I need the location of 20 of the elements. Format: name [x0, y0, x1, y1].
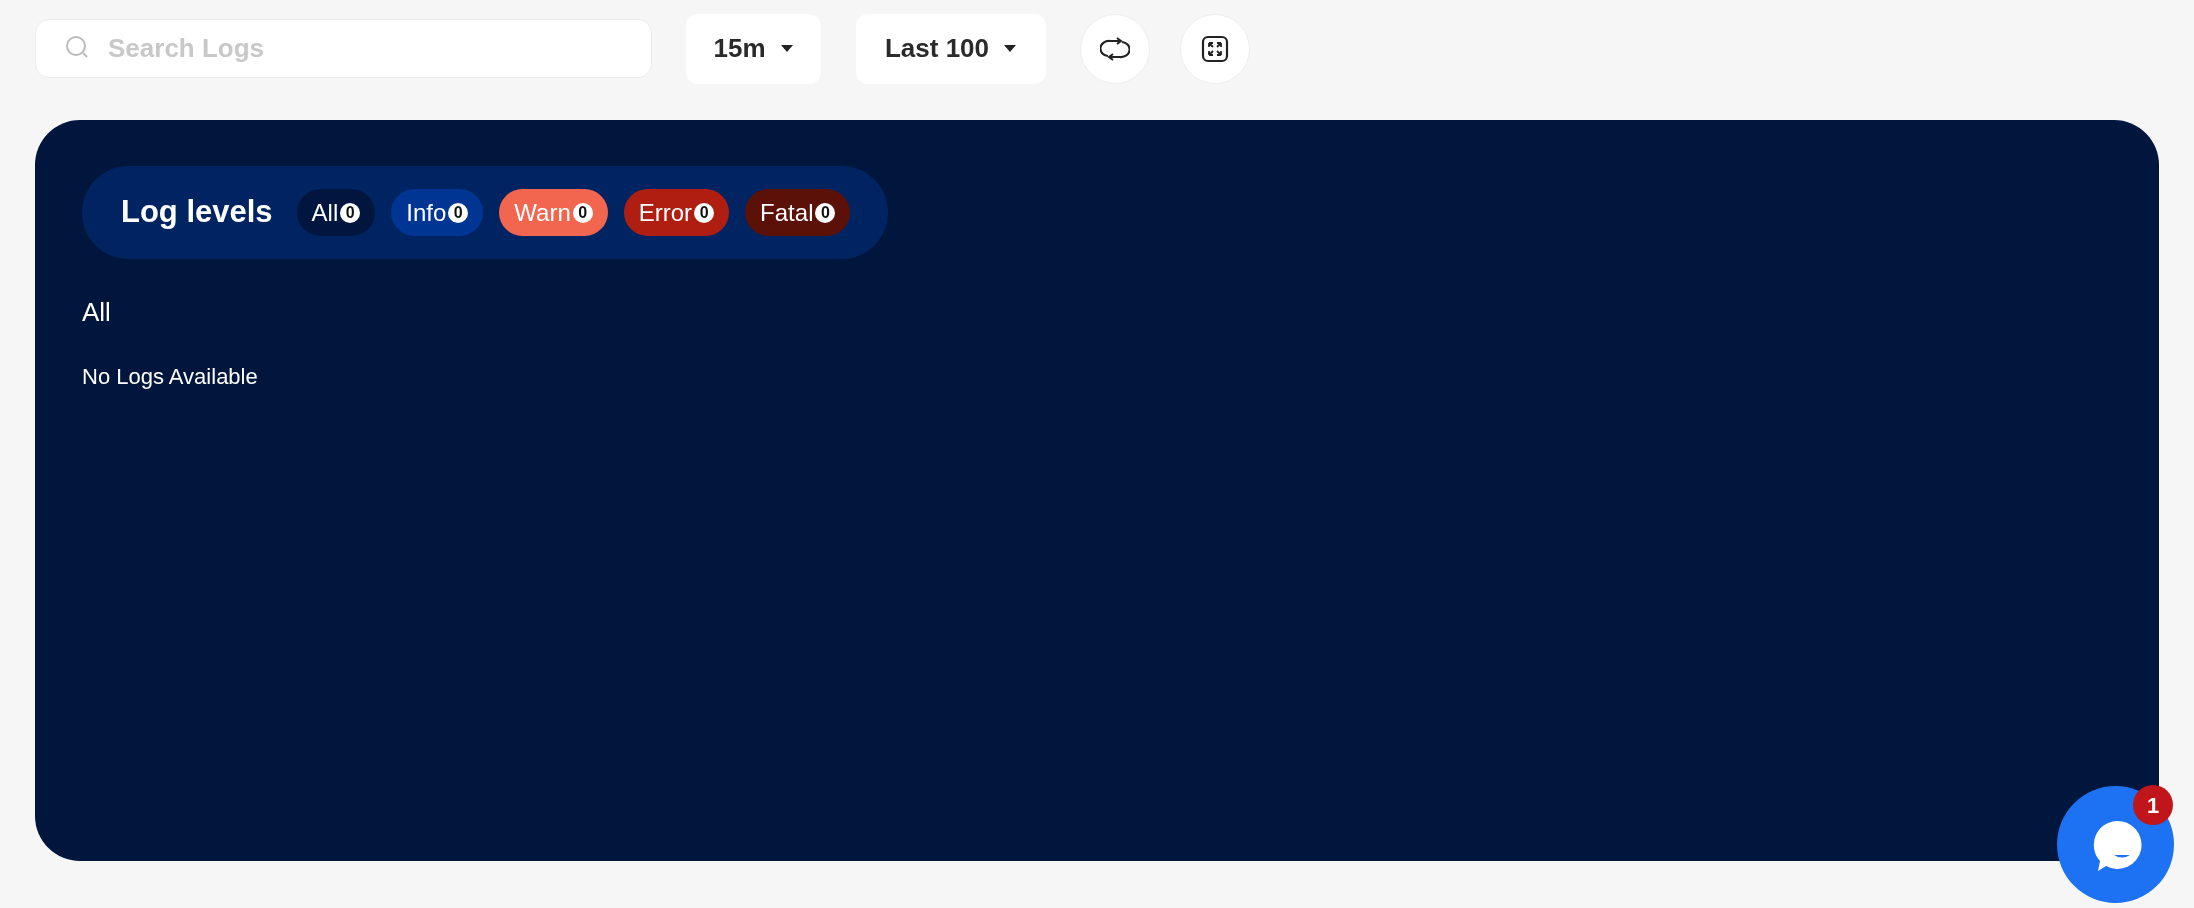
log-level-chip[interactable]: All 0	[296, 189, 376, 236]
expand-icon	[1201, 34, 1229, 63]
caret-icon	[779, 44, 794, 53]
count-badge: 0	[340, 202, 361, 223]
time-range-dropdown[interactable]: 15m	[686, 13, 821, 84]
log-levels-title: Log levels	[121, 193, 273, 232]
log-level-chip[interactable]: Error 0	[623, 189, 730, 236]
count-badge: 0	[572, 202, 593, 223]
refresh-icon	[1100, 35, 1130, 62]
section-title: All	[82, 296, 111, 329]
count-badge: 0	[694, 202, 715, 223]
empty-message: No Logs Available	[82, 363, 258, 391]
log-level-chip[interactable]: Fatal 0	[745, 189, 851, 236]
notification-badge: 1	[2133, 785, 2173, 825]
log-level-chip[interactable]: Info 0	[391, 189, 484, 236]
count-badge: 0	[448, 202, 469, 223]
limit-dropdown[interactable]: Last 100	[856, 13, 1046, 84]
caret-icon	[1003, 44, 1018, 53]
log-level-chip[interactable]: Warn 0	[499, 189, 608, 236]
count-badge: 0	[815, 202, 836, 223]
